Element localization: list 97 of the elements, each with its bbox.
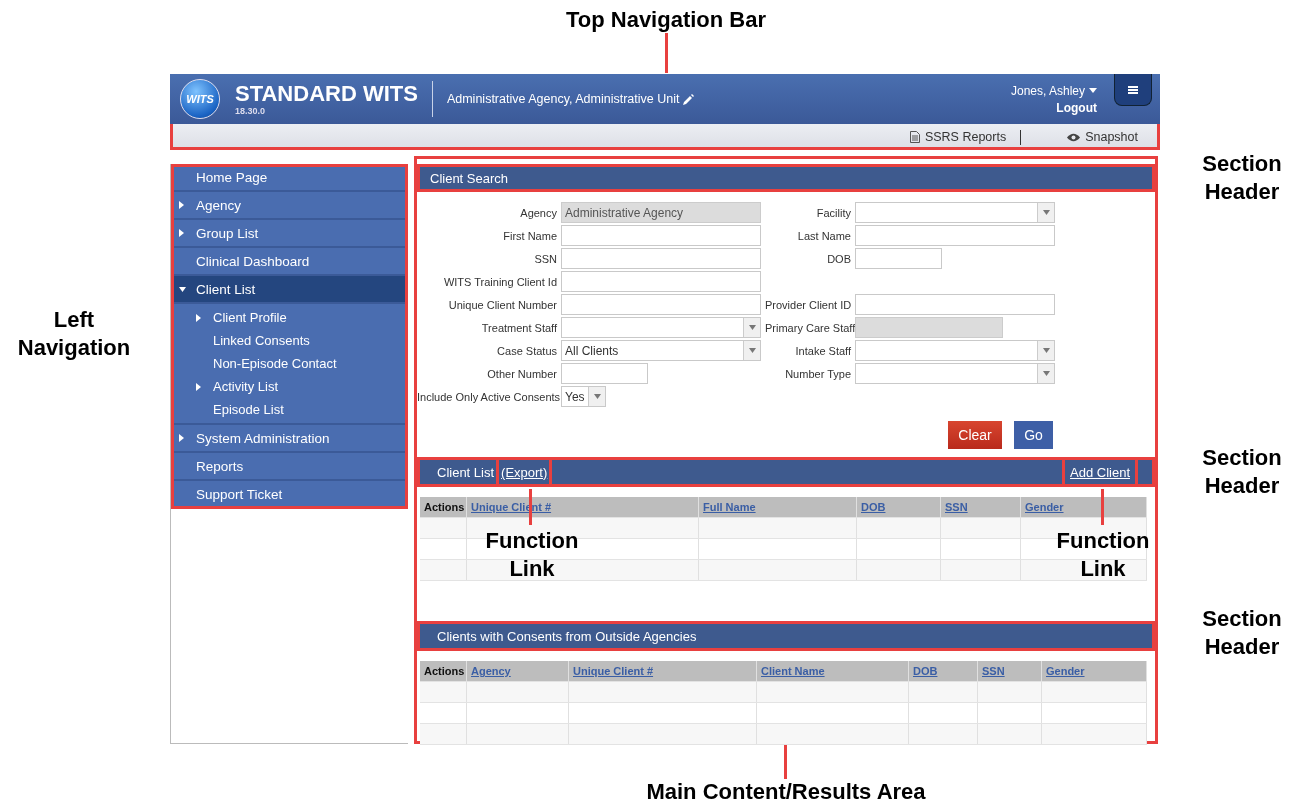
dropdown-field[interactable] (561, 317, 761, 338)
column-header-link[interactable]: Unique Client # (569, 661, 757, 681)
nav-item[interactable]: Client List (171, 276, 408, 304)
caret-icon (1042, 371, 1050, 376)
field-label: Last Name (796, 229, 851, 242)
nav-item[interactable]: System Administration (171, 425, 408, 453)
reports-link[interactable]: SSRS Reports (909, 130, 1007, 144)
field-label: Number Type (784, 367, 851, 380)
snapshot-link[interactable]: Snapshot (1067, 130, 1138, 144)
input-field[interactable] (855, 248, 942, 269)
user-menu[interactable]: Jones, Ashley (1010, 83, 1097, 98)
eye-icon (1067, 132, 1081, 142)
caret-icon (1042, 348, 1050, 353)
column-header: Actions (420, 661, 467, 681)
column-header-link[interactable]: SSN (978, 661, 1042, 681)
leader-line (1101, 489, 1104, 525)
input-field[interactable] (561, 248, 761, 269)
field-label: Other Number (486, 367, 557, 380)
input-field[interactable]: Administrative Agency (561, 202, 761, 223)
caret-right-icon (179, 229, 184, 237)
field-label: Provider Client ID (765, 298, 851, 311)
caret-icon (748, 348, 756, 353)
caret-right-icon (196, 382, 201, 391)
pencil-icon[interactable] (683, 93, 695, 105)
callout-label: Section Header (1201, 605, 1283, 661)
nav-item[interactable]: Group List (171, 220, 408, 248)
column-header-link[interactable]: DOB (857, 497, 941, 517)
column-header-link[interactable]: SSN (941, 497, 1021, 517)
input-field[interactable] (855, 317, 1003, 338)
nav-item[interactable]: Home Page (171, 164, 408, 192)
input-field[interactable] (561, 271, 761, 292)
caret-right-icon (179, 201, 184, 209)
caret-icon (593, 394, 601, 399)
field-label: Case Status (496, 344, 557, 357)
callout-label: Section Header (1201, 444, 1283, 500)
callout-label: Section Header (1201, 150, 1283, 206)
input-field[interactable] (855, 294, 1055, 315)
leader-line (665, 33, 668, 73)
app-title: STANDARD WITS (235, 82, 418, 106)
dropdown-field[interactable] (855, 363, 1055, 384)
nav-subitem[interactable]: Activity List (171, 375, 408, 398)
input-field[interactable] (855, 225, 1055, 246)
field-label: Agency (519, 206, 557, 219)
caret-right-icon (196, 313, 201, 322)
field-label: First Name (502, 229, 557, 242)
go-button[interactable]: Go (1014, 421, 1053, 449)
dropdown-field[interactable]: All Clients (561, 340, 761, 361)
field-label: Unique Client Number (447, 298, 557, 311)
field-label: Treatment Staff (480, 321, 557, 334)
caret-icon (1042, 210, 1050, 215)
nav-subitem[interactable]: Linked Consents (171, 329, 408, 352)
field-label: Intake Staff (794, 344, 851, 357)
nav-item[interactable]: Agency (171, 192, 408, 220)
nav-subitem[interactable]: Non-Episode Contact (171, 352, 408, 375)
nav-item[interactable]: Reports (171, 453, 408, 481)
nav-subitem[interactable]: Episode List (171, 398, 408, 421)
caret-right-icon (179, 434, 184, 442)
section-title: Clients with Consents from Outside Agencies (437, 628, 697, 644)
export-link[interactable]: (Export) (496, 457, 553, 487)
section-title: Client Search (430, 170, 509, 186)
field-label: SSN (533, 252, 557, 265)
column-header-link[interactable]: DOB (909, 661, 978, 681)
column-header-link[interactable]: Gender (1042, 661, 1147, 681)
menu-icon (1128, 85, 1138, 94)
document-icon (909, 131, 920, 143)
column-header: Actions (420, 497, 467, 517)
callout-label: Main Content/Results Area (645, 778, 927, 806)
clear-button[interactable]: Clear (948, 421, 1002, 449)
section-title: Client List (436, 464, 496, 480)
callout-label: Top Navigation Bar (564, 6, 768, 34)
leader-line (784, 745, 787, 779)
field-label: Facility (815, 206, 851, 219)
dropdown-field[interactable] (855, 340, 1055, 361)
callout-label: Left Navigation (16, 306, 132, 362)
nav-item[interactable]: Support Ticket (171, 481, 408, 509)
context-text: Administrative Agency, Administrative Unit (446, 92, 680, 106)
logo-icon: WITS (180, 79, 220, 119)
column-header-link[interactable]: Full Name (699, 497, 857, 517)
caret-icon (1089, 88, 1097, 93)
callout-label: Function Link (484, 527, 580, 583)
field-label: WITS Training Client Id (442, 275, 557, 288)
input-field[interactable] (561, 363, 648, 384)
version-text: 18.30.0 (235, 106, 267, 116)
input-field[interactable] (561, 294, 761, 315)
add-client-link[interactable]: Add Client (1062, 457, 1138, 487)
logout-link[interactable]: Logout (1056, 100, 1097, 115)
column-header-link[interactable]: Client Name (757, 661, 909, 681)
dropdown-field[interactable]: Yes (561, 386, 606, 407)
dropdown-field[interactable] (855, 202, 1055, 223)
menu-button[interactable] (1114, 74, 1152, 106)
caret-icon (748, 325, 756, 330)
callout-label: Function Link (1055, 527, 1151, 583)
nav-subitem[interactable]: Client Profile (171, 306, 408, 329)
input-field[interactable] (561, 225, 761, 246)
caret-down-icon (179, 286, 186, 292)
field-label: DOB (826, 252, 851, 265)
column-header-link[interactable]: Agency (467, 661, 569, 681)
